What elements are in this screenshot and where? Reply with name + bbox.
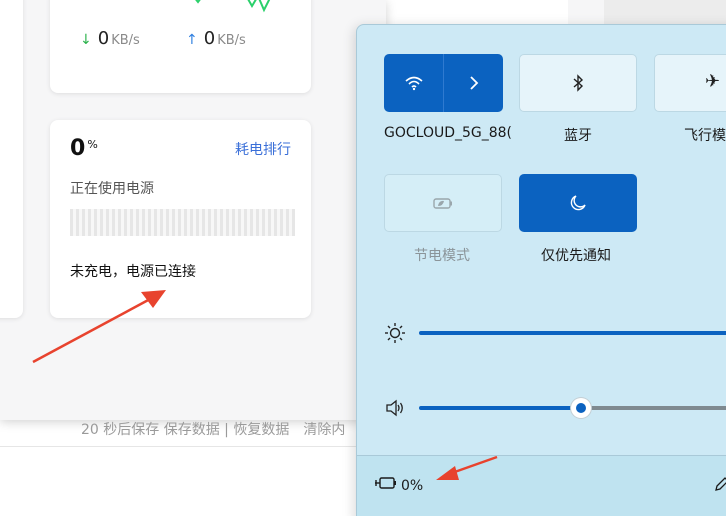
- upload-value: 0: [203, 28, 216, 49]
- arrow-up-icon: ↑: [186, 32, 198, 48]
- bluetooth-tile[interactable]: [519, 54, 637, 112]
- quick-settings-footer: 0%: [357, 455, 726, 516]
- quick-settings-panel: GOCLOUD_5G_88( 蓝牙 ✈ 飞行模 节电模式 仅优先通知 0%: [356, 24, 726, 516]
- download-value: 0: [97, 28, 110, 49]
- upload-speed: ↑ 0 KB/s: [186, 28, 246, 49]
- app-window: ↓ 0 KB/s ↑ 0 KB/s 0% 耗电排行 正在使用电源 未充电，电源已…: [0, 0, 386, 420]
- power-usage-rank-link[interactable]: 耗电排行: [235, 139, 291, 159]
- network-sparkline: [195, 0, 271, 13]
- battery-percent: 0%: [70, 136, 98, 161]
- chevron-right-icon: [469, 76, 478, 90]
- volume-slider-thumb[interactable]: [571, 398, 591, 418]
- upload-unit: KB/s: [217, 33, 246, 48]
- power-usage-bar: [70, 209, 295, 236]
- moon-icon: [570, 195, 586, 211]
- pencil-icon[interactable]: [714, 476, 726, 492]
- save-status-bar[interactable]: 20 秒后保存 保存数据 | 恢复数据 清除内: [81, 419, 345, 439]
- sun-icon: [383, 321, 407, 345]
- focus-assist-tile-label: 仅优先通知: [541, 248, 611, 264]
- wifi-tile[interactable]: [384, 54, 503, 112]
- volume-slider-fill[interactable]: [419, 406, 581, 410]
- background-window-strip: [568, 0, 604, 25]
- wifi-icon: [404, 76, 423, 91]
- volume-slider-track[interactable]: [581, 406, 726, 410]
- background-window-strip: [604, 0, 726, 25]
- airplane-icon: ✈: [705, 71, 721, 92]
- airplane-tile[interactable]: ✈: [654, 54, 726, 112]
- battery-plug-icon[interactable]: [375, 475, 399, 491]
- charging-status: 未充电，电源已连接: [70, 264, 196, 280]
- battery-saver-icon: [433, 198, 452, 209]
- bluetooth-icon: [573, 74, 584, 92]
- power-card: 0% 耗电排行 正在使用电源 未充电，电源已连接: [50, 120, 311, 318]
- network-speed-card: ↓ 0 KB/s ↑ 0 KB/s: [50, 0, 311, 93]
- battery-percent-value: 0: [70, 136, 86, 161]
- wifi-expand-button[interactable]: [444, 54, 503, 112]
- focus-assist-tile[interactable]: [519, 174, 637, 232]
- download-speed: ↓ 0 KB/s: [80, 28, 140, 49]
- wifi-toggle[interactable]: [384, 54, 443, 112]
- battery-saver-tile-label: 节电模式: [414, 248, 470, 264]
- wifi-tile-label: GOCLOUD_5G_88(: [384, 125, 513, 141]
- left-card: [0, 0, 23, 318]
- download-unit: KB/s: [111, 33, 140, 48]
- battery-percent-label[interactable]: 0%: [401, 478, 423, 494]
- brightness-slider[interactable]: [419, 331, 726, 335]
- bluetooth-tile-label: 蓝牙: [564, 128, 592, 144]
- divider: [0, 446, 386, 447]
- arrow-down-icon: ↓: [80, 32, 92, 48]
- battery-saver-tile[interactable]: [384, 174, 502, 232]
- using-power-label: 正在使用电源: [70, 181, 154, 197]
- screen: ↓ 0 KB/s ↑ 0 KB/s 0% 耗电排行 正在使用电源 未充电，电源已…: [0, 0, 726, 516]
- airplane-tile-label: 飞行模: [684, 128, 726, 144]
- speaker-icon[interactable]: [383, 396, 407, 420]
- battery-percent-sign: %: [87, 138, 98, 151]
